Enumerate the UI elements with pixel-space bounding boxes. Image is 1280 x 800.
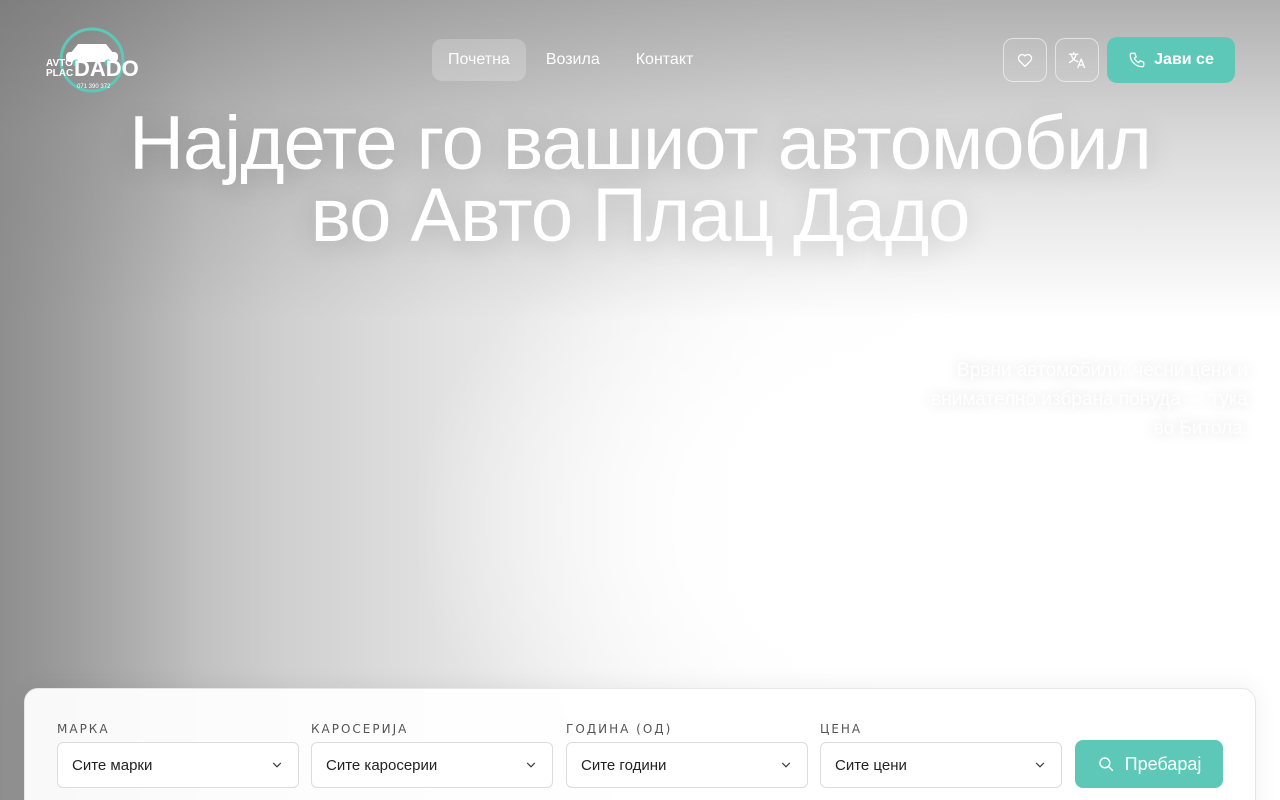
body-type-label: КАРОСЕРИЈА <box>311 722 409 736</box>
search-button[interactable]: Пребарај <box>1075 740 1223 788</box>
logo[interactable]: AVTO PLAC DADO 071 390 372 <box>44 26 140 94</box>
brand-select-value: Сите марки <box>72 756 153 774</box>
year-select-value: Сите години <box>581 756 667 774</box>
price-label: ЦЕНА <box>820 722 863 736</box>
call-button[interactable]: Јави се <box>1107 37 1235 83</box>
translate-icon <box>1068 51 1086 69</box>
nav-item-home[interactable]: Почетна <box>432 39 526 81</box>
chevron-down-icon <box>781 762 791 768</box>
year-label: ГОДИНА (ОД) <box>566 722 673 736</box>
language-button[interactable] <box>1055 38 1099 82</box>
price-select[interactable]: Сите цени <box>820 742 1062 788</box>
heart-icon <box>1017 53 1033 68</box>
price-select-value: Сите цени <box>835 756 907 774</box>
search-icon <box>1098 757 1113 772</box>
page-title: Најдете го вашиот автомобил во Авто Плац… <box>0 101 1280 258</box>
nav-item-label: Контакт <box>635 51 694 68</box>
body-type-select[interactable]: Сите каросерии <box>311 742 553 788</box>
year-select[interactable]: Сите години <box>566 742 808 788</box>
body-type-select-value: Сите каросерии <box>326 756 438 774</box>
favorites-button[interactable] <box>1003 38 1047 82</box>
logo-brand: DADO <box>74 56 139 81</box>
headline-line-1: Најдете го вашиот автомобил <box>129 101 1152 186</box>
chevron-down-icon <box>526 762 536 768</box>
nav-item-label: Возила <box>545 51 600 68</box>
phone-icon <box>1129 52 1145 68</box>
brand-label: МАРКА <box>57 722 110 736</box>
chevron-down-icon <box>1035 762 1045 768</box>
nav-item-contact[interactable]: Контакт <box>620 39 710 81</box>
logo-text-mid: PLAC <box>46 68 73 79</box>
chevron-down-icon <box>272 762 282 768</box>
brand-select[interactable]: Сите марки <box>57 742 299 788</box>
nav-item-label: Почетна <box>448 51 510 68</box>
hero-tagline: Врвни автомобили, чесни цени и внимателн… <box>931 360 1248 439</box>
logo-emblem: AVTO PLAC DADO 071 390 372 <box>46 27 139 93</box>
logo-phone: 071 390 372 <box>77 84 111 90</box>
call-button-label: Јави се <box>1154 51 1214 68</box>
main-nav: Почетна Возила Контакт <box>432 39 709 81</box>
headline-line-2: во Авто Плац Дадо <box>310 173 971 258</box>
search-button-label: Пребарај <box>1124 753 1202 774</box>
nav-item-vehicles[interactable]: Возила <box>530 39 616 81</box>
